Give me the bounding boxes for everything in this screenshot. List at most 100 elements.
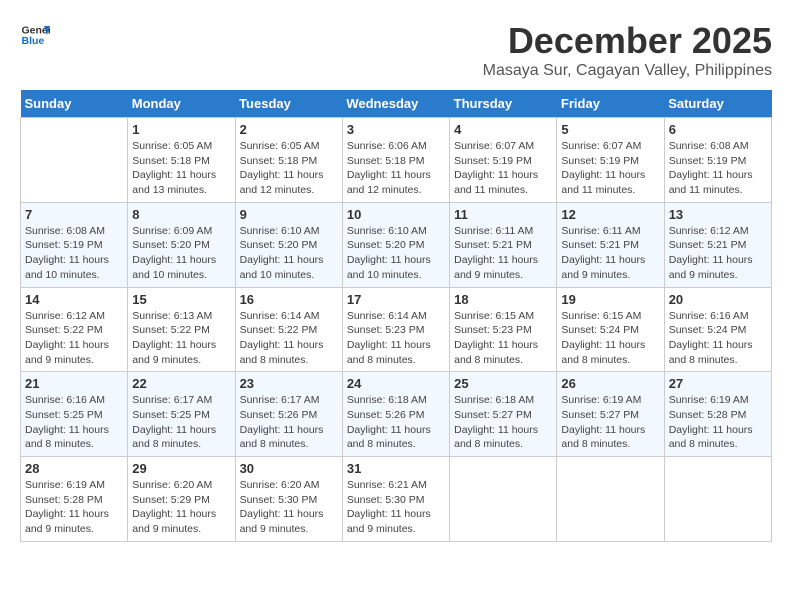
day-info: Sunrise: 6:18 AMSunset: 5:27 PMDaylight:… xyxy=(454,394,538,450)
day-info: Sunrise: 6:17 AMSunset: 5:25 PMDaylight:… xyxy=(132,394,216,450)
header-tuesday: Tuesday xyxy=(235,90,342,118)
calendar-cell: 15 Sunrise: 6:13 AMSunset: 5:22 PMDaylig… xyxy=(128,287,235,372)
day-number: 21 xyxy=(25,376,123,391)
day-info: Sunrise: 6:10 AMSunset: 5:20 PMDaylight:… xyxy=(347,225,431,281)
calendar-cell: 8 Sunrise: 6:09 AMSunset: 5:20 PMDayligh… xyxy=(128,202,235,287)
day-info: Sunrise: 6:16 AMSunset: 5:25 PMDaylight:… xyxy=(25,394,109,450)
calendar-cell: 5 Sunrise: 6:07 AMSunset: 5:19 PMDayligh… xyxy=(557,118,664,203)
calendar-cell: 29 Sunrise: 6:20 AMSunset: 5:29 PMDaylig… xyxy=(128,457,235,542)
weekday-header-row: Sunday Monday Tuesday Wednesday Thursday… xyxy=(21,90,772,118)
calendar-cell: 3 Sunrise: 6:06 AMSunset: 5:18 PMDayligh… xyxy=(342,118,449,203)
day-number: 15 xyxy=(132,292,230,307)
calendar-cell: 19 Sunrise: 6:15 AMSunset: 5:24 PMDaylig… xyxy=(557,287,664,372)
day-number: 18 xyxy=(454,292,552,307)
day-info: Sunrise: 6:19 AMSunset: 5:27 PMDaylight:… xyxy=(561,394,645,450)
day-number: 10 xyxy=(347,207,445,222)
calendar-cell: 9 Sunrise: 6:10 AMSunset: 5:20 PMDayligh… xyxy=(235,202,342,287)
day-info: Sunrise: 6:07 AMSunset: 5:19 PMDaylight:… xyxy=(561,140,645,196)
day-info: Sunrise: 6:21 AMSunset: 5:30 PMDaylight:… xyxy=(347,479,431,535)
calendar-cell xyxy=(450,457,557,542)
day-info: Sunrise: 6:15 AMSunset: 5:23 PMDaylight:… xyxy=(454,310,538,366)
week-row-2: 7 Sunrise: 6:08 AMSunset: 5:19 PMDayligh… xyxy=(21,202,772,287)
week-row-4: 21 Sunrise: 6:16 AMSunset: 5:25 PMDaylig… xyxy=(21,372,772,457)
day-info: Sunrise: 6:10 AMSunset: 5:20 PMDaylight:… xyxy=(240,225,324,281)
calendar-cell: 24 Sunrise: 6:18 AMSunset: 5:26 PMDaylig… xyxy=(342,372,449,457)
day-info: Sunrise: 6:09 AMSunset: 5:20 PMDaylight:… xyxy=(132,225,216,281)
calendar-cell: 27 Sunrise: 6:19 AMSunset: 5:28 PMDaylig… xyxy=(664,372,771,457)
header: General Blue December 2025 Masaya Sur, C… xyxy=(20,20,772,80)
header-wednesday: Wednesday xyxy=(342,90,449,118)
calendar-cell: 31 Sunrise: 6:21 AMSunset: 5:30 PMDaylig… xyxy=(342,457,449,542)
calendar-cell: 1 Sunrise: 6:05 AMSunset: 5:18 PMDayligh… xyxy=(128,118,235,203)
calendar-cell: 17 Sunrise: 6:14 AMSunset: 5:23 PMDaylig… xyxy=(342,287,449,372)
day-number: 11 xyxy=(454,207,552,222)
day-number: 24 xyxy=(347,376,445,391)
calendar-cell: 12 Sunrise: 6:11 AMSunset: 5:21 PMDaylig… xyxy=(557,202,664,287)
calendar-cell: 14 Sunrise: 6:12 AMSunset: 5:22 PMDaylig… xyxy=(21,287,128,372)
day-info: Sunrise: 6:20 AMSunset: 5:29 PMDaylight:… xyxy=(132,479,216,535)
title-area: December 2025 Masaya Sur, Cagayan Valley… xyxy=(483,20,772,80)
calendar-cell: 16 Sunrise: 6:14 AMSunset: 5:22 PMDaylig… xyxy=(235,287,342,372)
day-info: Sunrise: 6:11 AMSunset: 5:21 PMDaylight:… xyxy=(561,225,645,281)
svg-text:Blue: Blue xyxy=(22,35,45,47)
day-info: Sunrise: 6:15 AMSunset: 5:24 PMDaylight:… xyxy=(561,310,645,366)
calendar-cell xyxy=(21,118,128,203)
calendar-cell: 7 Sunrise: 6:08 AMSunset: 5:19 PMDayligh… xyxy=(21,202,128,287)
day-number: 3 xyxy=(347,122,445,137)
day-number: 30 xyxy=(240,461,338,476)
day-info: Sunrise: 6:14 AMSunset: 5:23 PMDaylight:… xyxy=(347,310,431,366)
day-number: 27 xyxy=(669,376,767,391)
calendar-cell: 20 Sunrise: 6:16 AMSunset: 5:24 PMDaylig… xyxy=(664,287,771,372)
day-number: 6 xyxy=(669,122,767,137)
day-info: Sunrise: 6:12 AMSunset: 5:21 PMDaylight:… xyxy=(669,225,753,281)
day-info: Sunrise: 6:06 AMSunset: 5:18 PMDaylight:… xyxy=(347,140,431,196)
week-row-5: 28 Sunrise: 6:19 AMSunset: 5:28 PMDaylig… xyxy=(21,457,772,542)
logo-icon: General Blue xyxy=(20,20,50,50)
calendar-cell: 25 Sunrise: 6:18 AMSunset: 5:27 PMDaylig… xyxy=(450,372,557,457)
day-info: Sunrise: 6:12 AMSunset: 5:22 PMDaylight:… xyxy=(25,310,109,366)
day-number: 4 xyxy=(454,122,552,137)
day-number: 17 xyxy=(347,292,445,307)
logo: General Blue xyxy=(20,20,50,50)
calendar-cell: 4 Sunrise: 6:07 AMSunset: 5:19 PMDayligh… xyxy=(450,118,557,203)
day-number: 25 xyxy=(454,376,552,391)
header-saturday: Saturday xyxy=(664,90,771,118)
calendar-cell: 6 Sunrise: 6:08 AMSunset: 5:19 PMDayligh… xyxy=(664,118,771,203)
calendar-cell xyxy=(557,457,664,542)
day-number: 7 xyxy=(25,207,123,222)
day-number: 20 xyxy=(669,292,767,307)
calendar-cell: 23 Sunrise: 6:17 AMSunset: 5:26 PMDaylig… xyxy=(235,372,342,457)
calendar-cell: 18 Sunrise: 6:15 AMSunset: 5:23 PMDaylig… xyxy=(450,287,557,372)
day-info: Sunrise: 6:19 AMSunset: 5:28 PMDaylight:… xyxy=(669,394,753,450)
calendar-cell: 30 Sunrise: 6:20 AMSunset: 5:30 PMDaylig… xyxy=(235,457,342,542)
calendar-cell: 10 Sunrise: 6:10 AMSunset: 5:20 PMDaylig… xyxy=(342,202,449,287)
day-info: Sunrise: 6:11 AMSunset: 5:21 PMDaylight:… xyxy=(454,225,538,281)
day-number: 23 xyxy=(240,376,338,391)
calendar-cell: 21 Sunrise: 6:16 AMSunset: 5:25 PMDaylig… xyxy=(21,372,128,457)
day-info: Sunrise: 6:08 AMSunset: 5:19 PMDaylight:… xyxy=(25,225,109,281)
day-number: 31 xyxy=(347,461,445,476)
day-number: 8 xyxy=(132,207,230,222)
day-number: 2 xyxy=(240,122,338,137)
calendar-cell: 22 Sunrise: 6:17 AMSunset: 5:25 PMDaylig… xyxy=(128,372,235,457)
header-sunday: Sunday xyxy=(21,90,128,118)
day-number: 12 xyxy=(561,207,659,222)
day-info: Sunrise: 6:17 AMSunset: 5:26 PMDaylight:… xyxy=(240,394,324,450)
day-number: 9 xyxy=(240,207,338,222)
day-info: Sunrise: 6:18 AMSunset: 5:26 PMDaylight:… xyxy=(347,394,431,450)
day-number: 5 xyxy=(561,122,659,137)
header-friday: Friday xyxy=(557,90,664,118)
day-number: 26 xyxy=(561,376,659,391)
week-row-1: 1 Sunrise: 6:05 AMSunset: 5:18 PMDayligh… xyxy=(21,118,772,203)
day-info: Sunrise: 6:19 AMSunset: 5:28 PMDaylight:… xyxy=(25,479,109,535)
week-row-3: 14 Sunrise: 6:12 AMSunset: 5:22 PMDaylig… xyxy=(21,287,772,372)
day-number: 16 xyxy=(240,292,338,307)
day-number: 28 xyxy=(25,461,123,476)
day-info: Sunrise: 6:20 AMSunset: 5:30 PMDaylight:… xyxy=(240,479,324,535)
calendar-cell xyxy=(664,457,771,542)
day-number: 22 xyxy=(132,376,230,391)
day-info: Sunrise: 6:14 AMSunset: 5:22 PMDaylight:… xyxy=(240,310,324,366)
location-title: Masaya Sur, Cagayan Valley, Philippines xyxy=(483,62,772,80)
calendar-cell: 28 Sunrise: 6:19 AMSunset: 5:28 PMDaylig… xyxy=(21,457,128,542)
day-info: Sunrise: 6:05 AMSunset: 5:18 PMDaylight:… xyxy=(132,140,216,196)
